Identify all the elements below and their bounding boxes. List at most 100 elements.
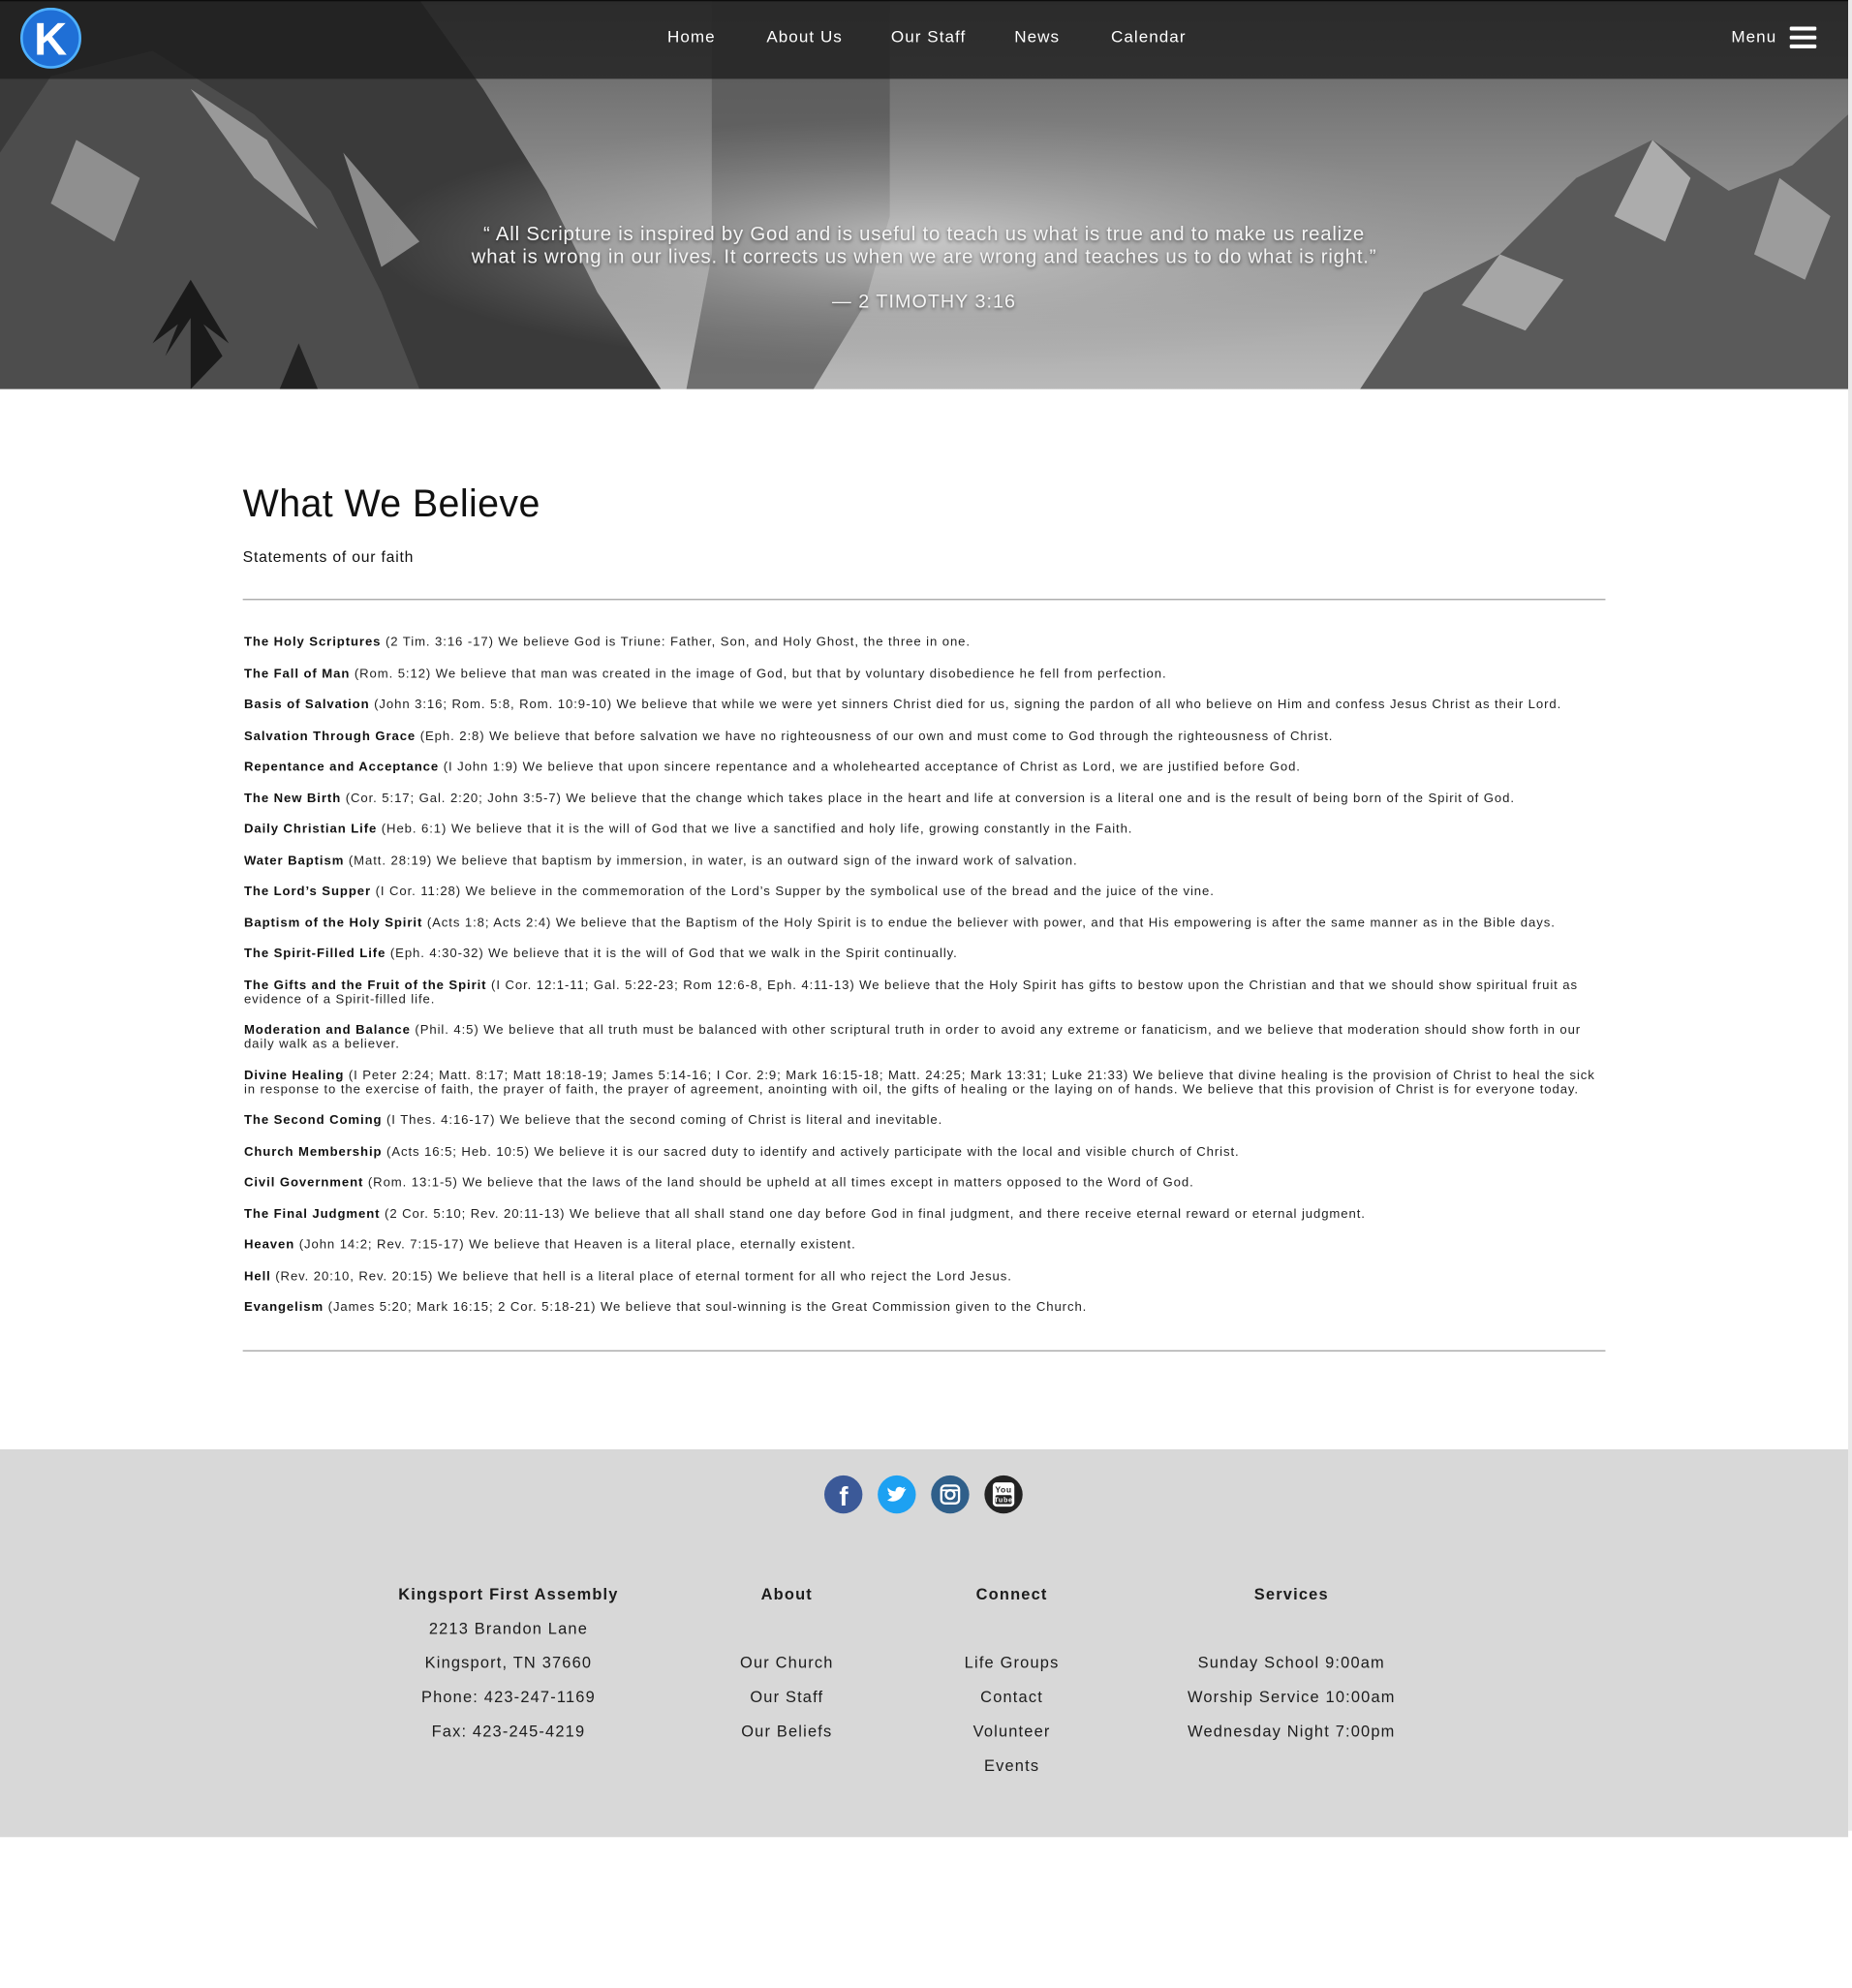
belief-text: (Matt. 28:19) We believe that baptism by… [344, 854, 1078, 868]
belief-text: (Rom. 13:1-5) We believe that the laws o… [363, 1175, 1194, 1191]
belief-statement: The Final Judgment (2 Cor. 5:10; Rev. 20… [244, 1207, 1607, 1221]
belief-text: (John 14:2; Rev. 7:15-17) We believe tha… [294, 1238, 856, 1253]
menu-label[interactable]: Menu [1731, 27, 1776, 47]
footer-link-volunteer[interactable]: Volunteer [936, 1723, 1088, 1756]
belief-text: (Eph. 2:8) We believe that before salvat… [416, 729, 1334, 744]
belief-statement: Baptism of the Holy Spirit (Acts 1:8; Ac… [244, 916, 1607, 930]
belief-text: (2 Tim. 3:16 -17) We believe God is Triu… [381, 636, 971, 650]
belief-text: (Phil. 4:5) We believe that all truth mu… [243, 1023, 1582, 1052]
nav-our-staff-link[interactable]: Our Staff [891, 27, 966, 47]
belief-title: Water Baptism [243, 854, 345, 868]
service-time-wednesday: Wednesday Night 7:00pm [1188, 1723, 1396, 1741]
nav-home-link[interactable]: Home [667, 27, 716, 47]
church-fax: Fax: 423-245-4219 [431, 1723, 586, 1741]
belief-statement: Civil Government (Rom. 13:1-5) We believ… [244, 1176, 1607, 1190]
belief-statement: The Gifts and the Fruit of the Spirit (I… [244, 978, 1607, 1007]
belief-text: (Acts 1:8; Acts 2:4) We believe that the… [422, 916, 1556, 930]
belief-title: The Lord’s Supper [243, 885, 372, 899]
church-phone: Phone: 423-247-1169 [420, 1688, 596, 1707]
belief-text: (I John 1:9) We believe that upon sincer… [439, 760, 1301, 775]
church-name: Kingsport First Assembly [398, 1585, 619, 1603]
main-nav: Home About Us Our Staff News Calendar [0, 1, 1848, 78]
quote-reference: — 2 TIMOTHY 3:16 [832, 291, 1017, 313]
belief-statement: Daily Christian Life (Heb. 6:1) We belie… [244, 823, 1607, 836]
footer-link-our-beliefs[interactable]: Our Beliefs [711, 1723, 863, 1756]
belief-statement: The New Birth (Cor. 5:17; Gal. 2:20; Joh… [244, 792, 1607, 805]
belief-title: The Holy Scriptures [243, 636, 382, 650]
belief-statement: Evangelism (James 5:20; Mark 16:15; 2 Co… [244, 1300, 1607, 1314]
twitter-icon[interactable] [877, 1475, 916, 1514]
belief-text: (Rom. 5:12) We believe that man was crea… [350, 667, 1167, 681]
belief-text: (I Cor. 11:28) We believe in the commemo… [371, 885, 1215, 899]
nav-calendar-link[interactable]: Calendar [1111, 27, 1187, 47]
footer-link-our-staff[interactable]: Our Staff [711, 1689, 863, 1723]
belief-title: Daily Christian Life [243, 823, 378, 837]
belief-title: The Gifts and the Fruit of the Spirit [243, 978, 487, 993]
belief-statement: The Second Coming (I Thes. 4:16-17) We b… [244, 1114, 1607, 1128]
page: K Home About Us Our Staff News Calendar … [0, 0, 1849, 1966]
svg-text:You: You [995, 1485, 1011, 1495]
belief-title: The Second Coming [243, 1113, 383, 1129]
belief-text: (2 Cor. 5:10; Rev. 20:11-13) We believe … [380, 1207, 1366, 1222]
belief-statement: Hell (Rev. 20:10, Rev. 20:15) We believe… [244, 1269, 1607, 1283]
footer-church-info: Kingsport First Assembly 2213 Brandon La… [382, 1585, 635, 1756]
church-address-line-1: 2213 Brandon Lane [428, 1619, 589, 1638]
belief-title: The Final Judgment [243, 1207, 381, 1222]
beliefs-list: The Holy Scriptures (2 Tim. 3:16 -17) We… [244, 636, 1607, 1331]
facebook-icon[interactable]: f [823, 1475, 863, 1514]
service-time-worship: Worship Service 10:00am [1187, 1688, 1396, 1707]
footer: f You Tube Kingsport First Assembly 2213… [0, 1449, 1849, 1838]
belief-statement: The Fall of Man (Rom. 5:12) We believe t… [244, 667, 1607, 680]
svg-text:f: f [839, 1481, 849, 1511]
belief-statement: Basis of Salvation (John 3:16; Rom. 5:8,… [244, 698, 1607, 711]
connect-heading: Connect [975, 1585, 1048, 1603]
about-heading: About [760, 1585, 813, 1603]
belief-text: (John 3:16; Rom. 5:8, Rom. 10:9-10) We b… [369, 698, 1562, 712]
belief-text: (I Thes. 4:16-17) We believe that the se… [382, 1113, 943, 1129]
belief-text: (Rev. 20:10, Rev. 20:15) We believe that… [270, 1269, 1012, 1284]
belief-statement: Water Baptism (Matt. 28:19) We believe t… [244, 854, 1607, 867]
footer-link-contact[interactable]: Contact [936, 1689, 1088, 1723]
belief-statement: Divine Healing (I Peter 2:24; Matt. 8:17… [244, 1069, 1607, 1097]
belief-statement: The Lord’s Supper (I Cor. 11:28) We beli… [244, 885, 1607, 898]
top-divider [242, 599, 1606, 601]
belief-title: Divine Healing [243, 1068, 345, 1083]
belief-text: (Eph. 4:30-32) We believe that it is the… [386, 947, 958, 962]
scrollbar-track[interactable] [1848, 0, 1852, 1831]
belief-statement: The Holy Scriptures (2 Tim. 3:16 -17) We… [244, 636, 1607, 649]
belief-title: The New Birth [243, 791, 342, 806]
belief-title: Baptism of the Holy Spirit [243, 916, 423, 930]
belief-title: Moderation and Balance [243, 1023, 411, 1038]
instagram-icon[interactable] [931, 1475, 971, 1514]
footer-link-life-groups[interactable]: Life Groups [936, 1654, 1088, 1688]
nav-about-us-link[interactable]: About Us [766, 27, 843, 47]
belief-statement: Church Membership (Acts 16:5; Heb. 10:5)… [244, 1145, 1607, 1159]
belief-statement: Salvation Through Grace (Eph. 2:8) We be… [244, 730, 1607, 743]
belief-title: Church Membership [243, 1144, 383, 1160]
belief-text: (Cor. 5:17; Gal. 2:20; John 3:5-7) We be… [341, 791, 1515, 806]
belief-title: Basis of Salvation [243, 698, 370, 712]
belief-statement: The Spirit-Filled Life (Eph. 4:30-32) We… [244, 947, 1607, 961]
belief-text: (I Peter 2:24; Matt. 8:17; Matt 18:18-19… [243, 1068, 1595, 1097]
belief-title: Heaven [243, 1238, 295, 1253]
belief-text: (Acts 16:5; Heb. 10:5) We believe it is … [382, 1144, 1240, 1160]
page-title: What We Believe [242, 482, 540, 525]
belief-title: Civil Government [243, 1175, 364, 1191]
footer-link-our-church[interactable]: Our Church [711, 1654, 863, 1688]
nav-news-link[interactable]: News [1014, 27, 1060, 47]
hero-banner: K Home About Us Our Staff News Calendar … [0, 0, 1849, 389]
top-navigation-bar: K Home About Us Our Staff News Calendar … [0, 0, 1849, 79]
quote-line-2: what is wrong in our lives. It corrects … [471, 246, 1377, 268]
belief-title: The Spirit-Filled Life [243, 947, 386, 962]
scripture-quote: “ All Scripture is inspired by God and i… [416, 224, 1433, 269]
footer-services-column: Services Sunday School 9:00am Worship Se… [1164, 1585, 1418, 1756]
footer-link-events[interactable]: Events [936, 1757, 1088, 1791]
youtube-icon[interactable]: You Tube [984, 1475, 1024, 1514]
page-subtitle: Statements of our faith [242, 547, 415, 566]
hamburger-menu-icon[interactable] [1789, 26, 1818, 50]
belief-text: (James 5:20; Mark 16:15; 2 Cor. 5:18-21)… [324, 1300, 1088, 1315]
belief-statement: Heaven (John 14:2; Rev. 7:15-17) We beli… [244, 1238, 1607, 1252]
service-time-sunday-school: Sunday School 9:00am [1197, 1654, 1385, 1672]
svg-text:Tube: Tube [994, 1495, 1012, 1504]
belief-title: Repentance and Acceptance [243, 760, 440, 775]
